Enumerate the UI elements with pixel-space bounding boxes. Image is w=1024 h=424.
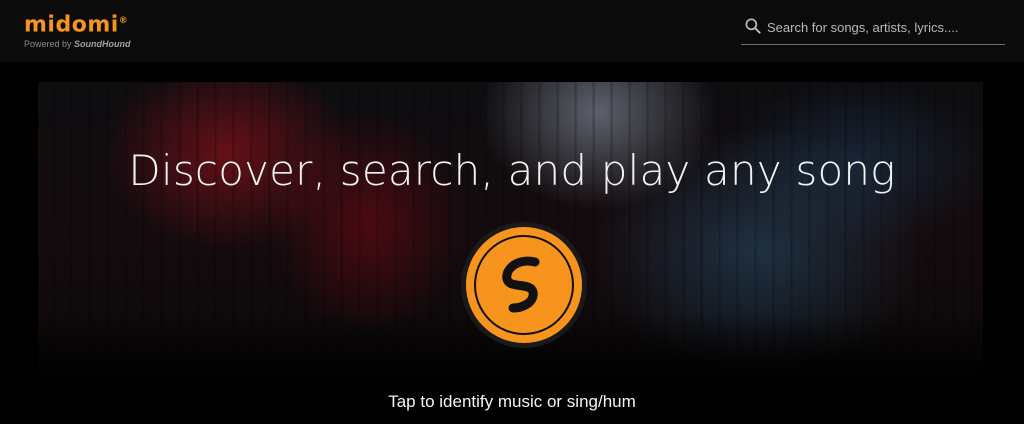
- powered-brand: SoundHound: [74, 39, 131, 50]
- search-input[interactable]: [767, 14, 1003, 40]
- identify-music-button[interactable]: [461, 222, 587, 348]
- top-bar: midomi® Powered by SoundHound: [0, 0, 1024, 62]
- soundhound-logo-icon: [502, 256, 540, 313]
- hero-tagline: Tap to identify music or sing/hum: [388, 392, 636, 411]
- hero-headline: Discover, search, and play any song: [128, 146, 896, 195]
- logo-text: midomi: [24, 12, 119, 38]
- midomi-logo[interactable]: midomi® Powered by SoundHound: [24, 9, 131, 50]
- powered-prefix: Powered by: [24, 39, 72, 50]
- search-icon[interactable]: [743, 16, 763, 36]
- powered-by: Powered by SoundHound: [24, 39, 131, 49]
- logo-trademark: ®: [118, 16, 129, 26]
- search-bar[interactable]: [741, 12, 1005, 45]
